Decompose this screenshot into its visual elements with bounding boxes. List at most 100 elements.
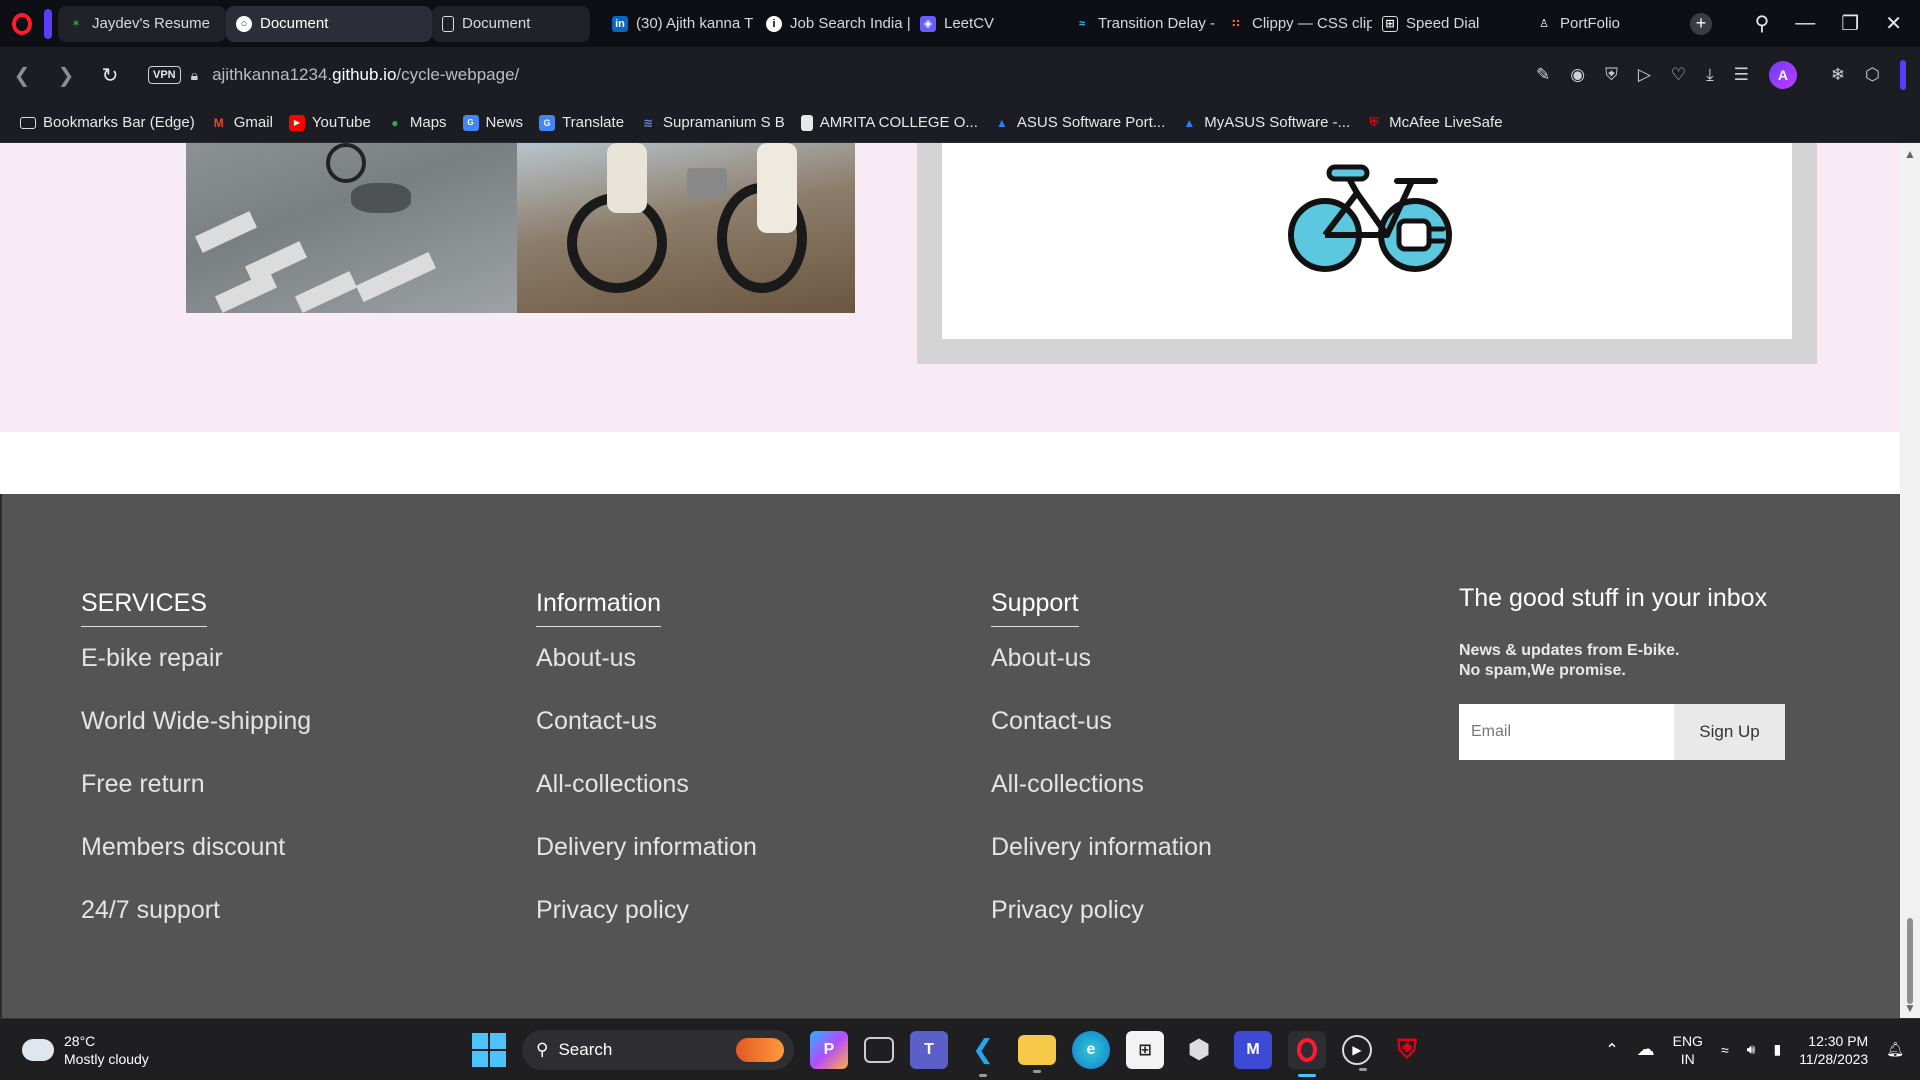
- shield-icon[interactable]: ⛨: [1605, 65, 1618, 85]
- visual-studio-icon[interactable]: M: [1234, 1030, 1272, 1069]
- clock[interactable]: 12:30 PM 11/28/2023: [1799, 1032, 1868, 1068]
- aria-icon[interactable]: ❄: [1831, 65, 1845, 85]
- easy-setup-icon[interactable]: ☰: [1734, 65, 1749, 85]
- unity-icon[interactable]: ⬢: [1180, 1031, 1218, 1069]
- url-field[interactable]: ajithkanna1234.github.io/cycle-webpage/: [212, 65, 519, 85]
- footer-link[interactable]: World Wide-shipping: [81, 707, 311, 770]
- reload-icon[interactable]: ↻: [88, 63, 132, 88]
- tab-speed-dial[interactable]: ⊞ Speed Dial: [1372, 6, 1526, 42]
- wifi-icon[interactable]: ≈: [1721, 1042, 1729, 1058]
- close-icon[interactable]: ✕: [1885, 11, 1902, 36]
- tab-title: (30) Ajith kanna T: [636, 15, 754, 32]
- tailwind-icon: ≈: [1078, 17, 1086, 30]
- footer-link[interactable]: All-collections: [536, 770, 757, 833]
- footer-link[interactable]: 24/7 support: [81, 896, 311, 959]
- download-icon[interactable]: ⤓: [1706, 65, 1714, 85]
- onedrive-icon[interactable]: ☁: [1637, 1039, 1655, 1060]
- tab-job-search[interactable]: i Job Search India |: [756, 6, 910, 42]
- footer-link[interactable]: Delivery information: [536, 833, 757, 896]
- microsoft-store-icon[interactable]: ⊞: [1126, 1030, 1164, 1069]
- profile-avatar[interactable]: A: [1768, 61, 1797, 89]
- leetcv-icon: ◈: [920, 15, 936, 32]
- page-scrollbar[interactable]: ▲ ▼: [1900, 143, 1920, 1018]
- bookmark-translate[interactable]: G Translate: [539, 114, 624, 131]
- tab-document-active[interactable]: ○ Document: [226, 5, 432, 42]
- bookmark-label: Bookmarks Bar (Edge): [43, 114, 195, 131]
- bookmark-youtube[interactable]: ▶ YouTube: [288, 114, 371, 131]
- camera-icon[interactable]: ◉: [1570, 65, 1585, 85]
- notification-bell-icon[interactable]: 🔔︎: [1886, 1041, 1904, 1058]
- opera-logo-icon[interactable]: [0, 0, 44, 47]
- language-code: ENG: [1672, 1032, 1703, 1049]
- footer-link[interactable]: Members discount: [81, 833, 311, 896]
- tab-linkedin[interactable]: in (30) Ajith kanna T: [602, 6, 756, 42]
- bookmark-amrita[interactable]: AMRITA COLLEGE O...: [800, 114, 978, 131]
- footer-heading: SERVICES: [81, 589, 207, 627]
- bookmark-asus-portal[interactable]: ▲ ASUS Software Port...: [994, 114, 1165, 131]
- cyclist-crosswalk-photo: [186, 143, 517, 313]
- teams-icon[interactable]: T: [910, 1030, 948, 1069]
- battery-icon[interactable]: ▮: [1773, 1041, 1781, 1058]
- search-tabs-icon[interactable]: ⚲: [1755, 11, 1770, 36]
- tab-document[interactable]: Document: [432, 5, 590, 42]
- minimize-icon[interactable]: —: [1795, 12, 1815, 35]
- chevron-up-icon[interactable]: ⌃: [1605, 1040, 1618, 1060]
- scrollbar-thumb[interactable]: [1907, 918, 1913, 1004]
- footer-link[interactable]: Contact-us: [991, 707, 1212, 770]
- vscode-icon[interactable]: ❮: [964, 1031, 1002, 1077]
- edge-icon[interactable]: e: [1072, 1030, 1110, 1069]
- bookmark-folder-edge[interactable]: Bookmarks Bar (Edge): [20, 114, 195, 131]
- copilot-icon[interactable]: P: [810, 1030, 848, 1069]
- footer-link[interactable]: Contact-us: [536, 707, 757, 770]
- tab-clippy[interactable]: ∷ Clippy — CSS clip: [1218, 6, 1372, 42]
- media-player-icon[interactable]: ▶: [1342, 1034, 1372, 1071]
- footer-link[interactable]: All-collections: [991, 770, 1212, 833]
- footer-link[interactable]: About-us: [991, 644, 1212, 707]
- bookmark-mcafee[interactable]: ⛨ McAfee LiveSafe: [1366, 114, 1503, 131]
- task-view-icon[interactable]: [864, 1036, 894, 1063]
- opera-browser-icon[interactable]: [1288, 1030, 1326, 1077]
- vpn-badge[interactable]: VPN: [148, 66, 181, 84]
- bookmark-supramanium[interactable]: ≋ Supramanium S B: [640, 114, 785, 131]
- lock-icon[interactable]: 🔒︎: [191, 67, 198, 84]
- mcafee-taskbar-icon[interactable]: ⛨: [1388, 1031, 1426, 1069]
- bookmark-gmail[interactable]: M Gmail: [211, 114, 273, 131]
- search-highlight-icon: [736, 1037, 784, 1062]
- tab-portfolio[interactable]: ♙ PortFolio: [1526, 6, 1680, 42]
- bookmark-maps[interactable]: ● Maps: [387, 114, 446, 131]
- sign-up-button[interactable]: Sign Up: [1674, 704, 1785, 760]
- footer-link[interactable]: Free return: [81, 770, 311, 833]
- scroll-down-icon[interactable]: ▼: [1904, 1001, 1916, 1015]
- volume-icon[interactable]: 🔊︎: [1747, 1041, 1756, 1058]
- info-icon: i: [766, 15, 782, 32]
- tab-jaydev-resume[interactable]: ✶ Jaydev's Resume: [58, 5, 226, 42]
- email-input[interactable]: [1459, 704, 1674, 760]
- electric-bike-icon: [1288, 164, 1452, 272]
- new-tab-button[interactable]: +: [1690, 12, 1712, 35]
- footer-link[interactable]: About-us: [536, 644, 757, 707]
- forward-icon[interactable]: ❯: [44, 63, 88, 88]
- weather-widget[interactable]: 28°C Mostly cloudy: [16, 1030, 382, 1068]
- footer-link[interactable]: E-bike repair: [81, 644, 311, 707]
- file-explorer-icon[interactable]: [1018, 1034, 1056, 1073]
- bookmark-myasus[interactable]: ▲ MyASUS Software -...: [1181, 114, 1350, 131]
- tab-title: Job Search India |: [790, 15, 910, 32]
- scroll-up-icon[interactable]: ▲: [1904, 147, 1916, 161]
- footer-link[interactable]: Privacy policy: [536, 896, 757, 959]
- heart-icon[interactable]: ♡: [1671, 65, 1686, 85]
- newsletter-block: The good stuff in your inbox News & upda…: [1459, 584, 1819, 760]
- footer-link[interactable]: Privacy policy: [991, 896, 1212, 959]
- taskbar-search[interactable]: ⚲ Search: [522, 1029, 794, 1070]
- ebike-riders-photo: [517, 143, 855, 313]
- extensions-icon[interactable]: ⬡: [1865, 65, 1880, 85]
- bookmark-news[interactable]: G News: [462, 114, 523, 131]
- footer-link[interactable]: Delivery information: [991, 833, 1212, 896]
- back-icon[interactable]: ❮: [0, 63, 44, 88]
- edit-icon[interactable]: ✎: [1536, 65, 1550, 85]
- tab-transition-delay[interactable]: ≈ Transition Delay -: [1064, 6, 1218, 42]
- restore-icon[interactable]: ❐: [1841, 11, 1859, 36]
- tab-leetcv[interactable]: ◈ LeetCV: [910, 6, 1064, 42]
- language-indicator[interactable]: ENG IN: [1673, 1032, 1703, 1068]
- play-icon[interactable]: ▷: [1638, 65, 1651, 85]
- start-button[interactable]: [472, 1032, 506, 1067]
